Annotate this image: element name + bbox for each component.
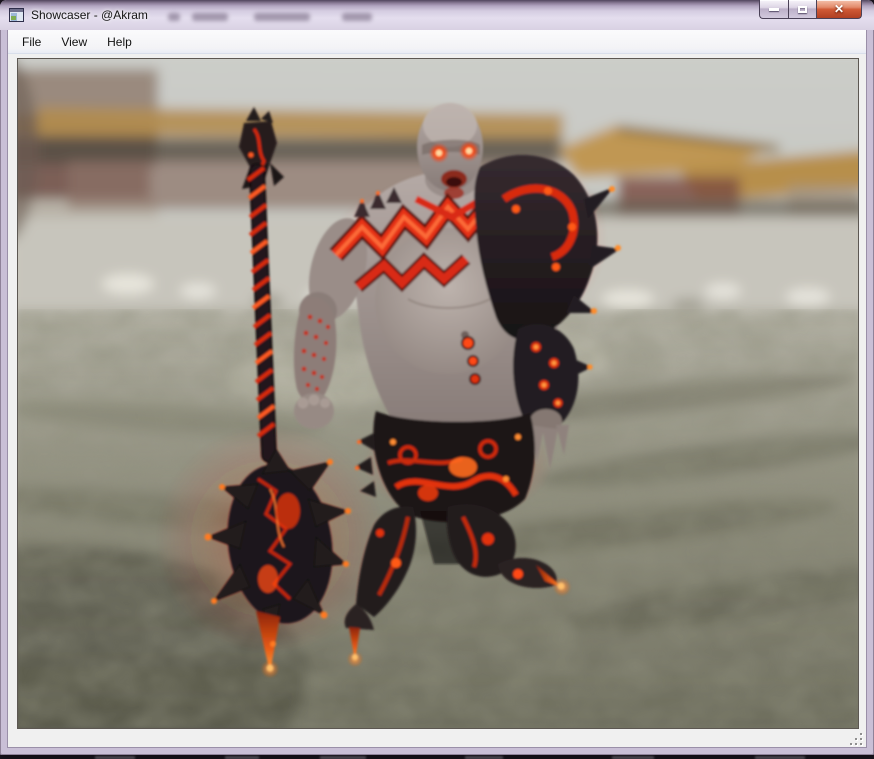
close-button[interactable]: ✕	[817, 0, 862, 19]
app-icon-titlebar-stripe	[10, 9, 23, 12]
background-window-smudge	[342, 13, 372, 21]
application-window-icon[interactable]	[9, 8, 24, 22]
menu-item-help[interactable]: Help	[97, 32, 142, 52]
window-title: Showcaser - @Akram	[31, 8, 148, 22]
resize-grip-icon[interactable]	[848, 732, 862, 745]
minimize-button[interactable]	[759, 0, 788, 19]
caption-button-group: ✕	[759, 0, 862, 19]
background-window-smudge	[168, 13, 180, 21]
menu-bar: File View Help	[8, 30, 866, 54]
menu-item-view[interactable]: View	[51, 32, 97, 52]
3d-viewport[interactable]	[17, 58, 859, 729]
menu-item-file[interactable]: File	[12, 32, 51, 52]
app-icon-accent	[11, 16, 16, 20]
minimize-icon	[769, 8, 779, 11]
maximize-button[interactable]	[788, 0, 817, 19]
maximize-icon	[798, 6, 807, 13]
close-icon: ✕	[834, 3, 844, 15]
background-window-smudge	[192, 13, 228, 21]
title-bar[interactable]: Showcaser - @Akram	[0, 0, 874, 30]
background-window-smudge	[254, 13, 310, 21]
application-window: Showcaser - @Akram ✕ File View Help	[0, 0, 874, 755]
client-area	[8, 55, 866, 747]
